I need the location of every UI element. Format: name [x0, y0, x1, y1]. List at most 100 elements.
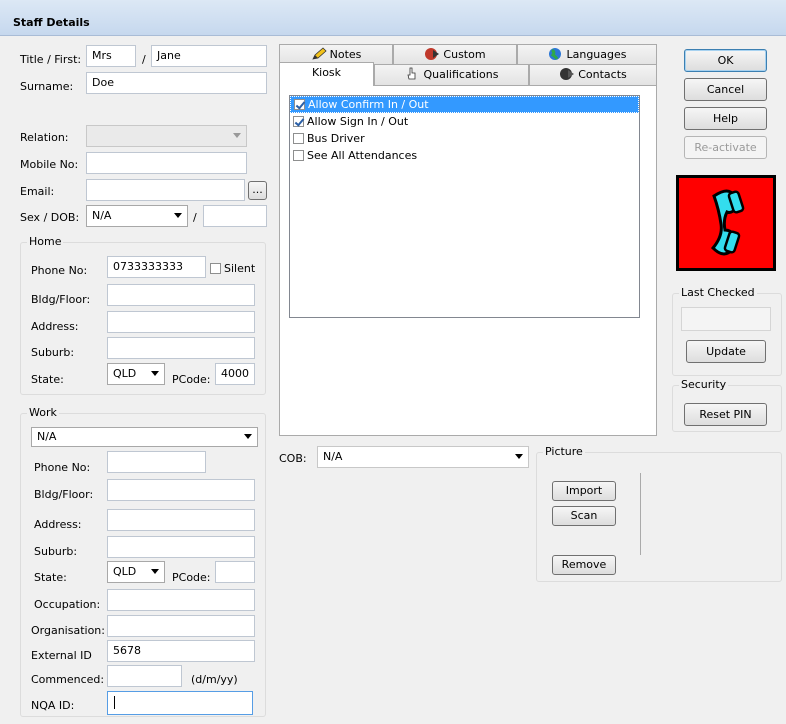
contacts-icon	[560, 68, 575, 80]
last-checked-title: Last Checked	[679, 286, 757, 300]
globe-icon	[549, 48, 562, 60]
picture-frame-divider	[640, 473, 641, 555]
work-state-dropdown[interactable]: QLD	[107, 561, 165, 583]
home-bldg-field[interactable]	[107, 284, 255, 306]
tab-languages[interactable]: Languages	[517, 44, 657, 66]
work-bldg-field[interactable]	[107, 479, 255, 501]
home-state-label: State:	[31, 373, 64, 386]
external-id-field[interactable]: 5678	[107, 640, 255, 662]
work-phone-label: Phone No:	[34, 461, 91, 474]
chevron-down-icon	[244, 434, 252, 439]
occupation-label: Occupation:	[34, 598, 101, 611]
mobile-field[interactable]	[86, 152, 247, 174]
home-state-dropdown[interactable]: QLD	[107, 363, 165, 385]
home-phone-label: Phone No:	[31, 264, 88, 277]
work-state-label: State:	[34, 571, 67, 584]
last-checked-field	[681, 307, 771, 331]
sex-dob-label: Sex / DOB:	[20, 211, 80, 224]
chevron-down-icon	[233, 133, 241, 138]
organisation-field[interactable]	[107, 615, 255, 637]
tab-contacts[interactable]: Contacts	[529, 64, 657, 86]
kiosk-option[interactable]: See All Attendances	[290, 147, 639, 164]
tab-custom-label: Custom	[443, 48, 486, 61]
work-suburb-field[interactable]	[107, 536, 255, 558]
ok-button[interactable]: OK	[684, 49, 767, 72]
help-button[interactable]: Help	[684, 107, 767, 130]
work-employer-dropdown[interactable]: N/A	[31, 427, 258, 447]
tab-notes-label: Notes	[329, 48, 362, 61]
home-pcode-label: PCode:	[172, 373, 211, 386]
status-panel	[676, 175, 776, 271]
kiosk-option-checkbox[interactable]	[294, 99, 305, 110]
custom-icon	[425, 48, 440, 60]
chevron-down-icon	[151, 569, 159, 574]
kiosk-option-label: Bus Driver	[307, 132, 365, 145]
kiosk-option-checkbox[interactable]	[293, 150, 304, 161]
external-id-label: External ID	[31, 649, 92, 662]
chevron-down-icon	[174, 213, 182, 218]
pointer-icon	[407, 67, 416, 80]
cob-value: N/A	[323, 450, 343, 463]
work-address-label: Address:	[34, 518, 82, 531]
silent-checkbox[interactable]: Silent	[210, 262, 255, 276]
nqa-id-field[interactable]	[107, 691, 253, 715]
surname-field[interactable]: Doe	[86, 72, 267, 94]
home-state-value: QLD	[113, 367, 137, 380]
home-suburb-field[interactable]	[107, 337, 255, 359]
kiosk-option-checkbox[interactable]	[293, 116, 304, 127]
email-browse-button[interactable]: ...	[248, 181, 267, 200]
cob-dropdown[interactable]: N/A	[317, 446, 529, 468]
tab-custom[interactable]: Custom	[393, 44, 517, 66]
tab-kiosk[interactable]: Kiosk	[279, 62, 374, 86]
last-checked-group: Last Checked	[672, 286, 782, 376]
home-phone-field[interactable]: 0733333333	[107, 256, 206, 278]
kiosk-option[interactable]: Bus Driver	[290, 130, 639, 147]
title-field[interactable]: Mrs	[86, 45, 136, 67]
relation-dropdown[interactable]	[86, 125, 247, 147]
work-phone-field[interactable]	[107, 451, 206, 473]
surname-label: Surname:	[20, 80, 74, 93]
silent-checkbox-box[interactable]	[210, 263, 221, 274]
dob-separator: /	[193, 211, 197, 224]
reactivate-button[interactable]: Re-activate	[684, 136, 767, 159]
home-suburb-label: Suburb:	[31, 346, 75, 359]
tab-contacts-label: Contacts	[578, 68, 627, 81]
picture-group-title: Picture	[543, 445, 585, 459]
work-state-value: QLD	[113, 565, 137, 578]
mobile-label: Mobile No:	[20, 158, 79, 171]
occupation-field[interactable]	[107, 589, 255, 611]
first-name-field[interactable]: Jane	[151, 45, 267, 67]
home-address-label: Address:	[31, 320, 79, 333]
commenced-field[interactable]	[107, 665, 182, 687]
kiosk-options-list: Allow Confirm In / Out Allow Sign In / O…	[289, 95, 640, 318]
reset-pin-button[interactable]: Reset PIN	[684, 403, 767, 426]
kiosk-option-checkbox[interactable]	[293, 133, 304, 144]
title-first-separator: /	[142, 53, 146, 66]
email-field[interactable]	[86, 179, 245, 201]
tab-qualifications-label: Qualifications	[423, 68, 499, 81]
dob-field[interactable]	[203, 205, 267, 227]
tab-languages-label: Languages	[566, 48, 627, 61]
home-pcode-field[interactable]: 4000	[215, 363, 255, 385]
cancel-button[interactable]: Cancel	[684, 78, 767, 101]
sex-dropdown[interactable]: N/A	[86, 205, 188, 227]
scan-button[interactable]: Scan	[552, 506, 616, 526]
phone-icon	[710, 189, 745, 256]
cob-label: COB:	[279, 452, 307, 465]
title-first-label: Title / First:	[20, 53, 82, 66]
update-button[interactable]: Update	[686, 340, 766, 363]
import-button[interactable]: Import	[552, 481, 616, 501]
nqa-id-label: NQA ID:	[31, 699, 75, 712]
work-address-field[interactable]	[107, 509, 255, 531]
work-pcode-field[interactable]	[215, 561, 255, 583]
kiosk-option-label: Allow Sign In / Out	[307, 115, 409, 128]
title-bar: Staff Details	[0, 0, 786, 36]
remove-button[interactable]: Remove	[552, 555, 616, 575]
tab-qualifications[interactable]: Qualifications	[374, 64, 529, 86]
kiosk-option[interactable]: Allow Sign In / Out	[290, 113, 639, 130]
kiosk-option[interactable]: Allow Confirm In / Out	[290, 96, 639, 113]
security-title: Security	[679, 378, 729, 392]
home-group-title: Home	[27, 235, 64, 249]
silent-label: Silent	[224, 262, 256, 275]
home-address-field[interactable]	[107, 311, 255, 333]
